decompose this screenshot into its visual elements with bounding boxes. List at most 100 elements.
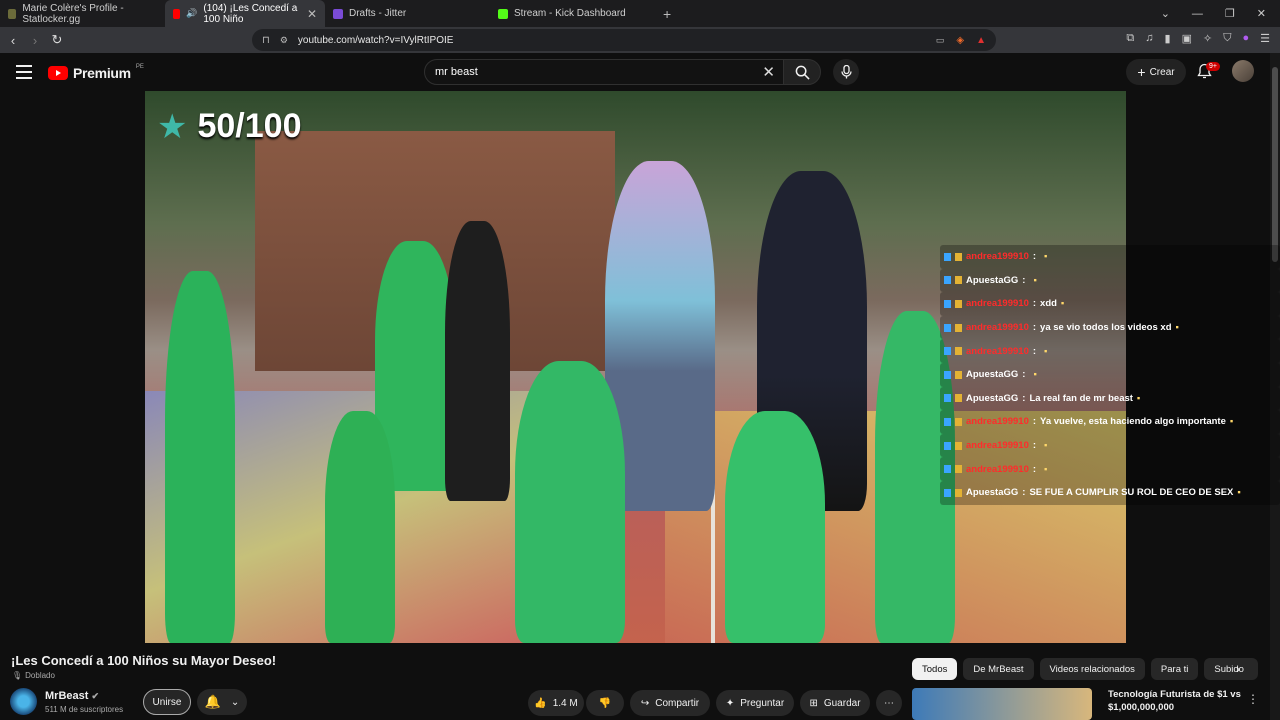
chip-para-ti[interactable]: Para ti	[1150, 658, 1199, 680]
share-label: Compartir	[655, 697, 700, 709]
chat-emote-icon: ▪	[1060, 298, 1065, 310]
menu-icon[interactable]: ☰	[1260, 32, 1270, 45]
chat-separator: :	[1022, 274, 1026, 286]
chat-badge-icon	[944, 417, 951, 426]
new-tab-icon[interactable]: +	[655, 0, 679, 27]
shield-icon[interactable]: ⛉	[1223, 32, 1231, 45]
save-button[interactable]: ⊞ Guardar	[800, 690, 870, 716]
wallet-icon[interactable]: ▣	[1182, 32, 1192, 45]
tab-kick[interactable]: Stream - Kick Dashboard	[490, 0, 655, 27]
tab-youtube[interactable]: 🔊 (104) ¡Les Concedí a 100 Niño ✕	[165, 0, 325, 27]
chip-videos-relacionados[interactable]: Videos relacionados	[1039, 658, 1145, 680]
minimize-icon[interactable]: —	[1192, 8, 1203, 20]
like-count: 1.4 M	[552, 697, 578, 709]
brave-shield-icon[interactable]: ◈	[956, 35, 964, 46]
hamburger-menu-icon[interactable]	[16, 65, 32, 79]
microphone-icon	[840, 65, 852, 79]
chat-emote-icon: ▪	[1033, 274, 1037, 286]
create-label: Crear	[1149, 66, 1175, 78]
clear-search-icon[interactable]: ✕	[762, 63, 775, 81]
tab-statlocker[interactable]: Marie Colère's Profile - Statlocker.gg	[0, 0, 165, 27]
chat-emote-icon: ▪	[1175, 322, 1179, 334]
create-button[interactable]: + Crear	[1126, 59, 1186, 85]
verified-icon: ✔	[91, 691, 100, 701]
voice-search-button[interactable]	[833, 59, 859, 85]
chat-username: andrea199910	[966, 322, 1029, 334]
save-label: Guardar	[823, 697, 861, 709]
chat-text: Ya vuelve, esta haciendo algo importante	[1040, 416, 1226, 428]
logo-region: PE	[135, 64, 144, 70]
recommended-video-title[interactable]: Tecnología Futurista de $1 vs $1,000,000…	[1108, 688, 1243, 714]
video-scene-person	[445, 221, 510, 501]
music-icon[interactable]: ♫	[1145, 32, 1153, 45]
chat-badge-icon	[944, 488, 951, 497]
chip-todos[interactable]: Todos	[912, 658, 958, 680]
ask-button[interactable]: ✦ Preguntar	[716, 690, 794, 716]
search-button[interactable]	[783, 59, 821, 85]
channel-avatar[interactable]	[10, 688, 37, 715]
progress-counter-overlay: ★ 50/100	[157, 107, 301, 146]
close-window-icon[interactable]: ✕	[1257, 7, 1266, 20]
subscriber-badge-icon	[955, 276, 962, 285]
brave-rewards-icon[interactable]: ▲	[976, 35, 986, 46]
chat-username: andrea199910	[966, 463, 1029, 475]
back-icon[interactable]: ‹	[2, 33, 24, 48]
recommended-video-menu-icon[interactable]: ⋮	[1247, 692, 1259, 706]
url-field[interactable]: ⊓ ⚙ youtube.com/watch?v=IVylRtIPOIE ▭ ◈ …	[252, 29, 996, 51]
youtube-favicon-icon	[173, 8, 181, 19]
chat-username: ApuestaGG	[966, 487, 1019, 499]
share-button[interactable]: ↪ Compartir	[630, 690, 710, 716]
chat-message: andrea199910: ▪	[940, 457, 1280, 481]
video-scene-person	[515, 361, 625, 643]
chat-separator: :	[1032, 322, 1037, 334]
chat-badge-icon	[944, 299, 951, 308]
subscriber-badge-icon	[955, 417, 962, 426]
extensions-icon[interactable]: ⧉	[1126, 32, 1134, 45]
plus-icon: +	[1137, 64, 1146, 80]
chat-username: andrea199910	[966, 345, 1029, 357]
subscriber-badge-icon	[955, 441, 962, 450]
stream-chat-overlay: andrea199910: ▪ ApuestaGG: ▪ andrea199910: xd…	[940, 245, 1280, 505]
chat-username: ApuestaGG	[966, 369, 1019, 381]
search-input[interactable]: mr beast ✕	[424, 59, 786, 85]
scrollbar-thumb[interactable]	[1272, 67, 1278, 262]
vpn-icon[interactable]: ●	[1242, 32, 1249, 45]
tab-jitter[interactable]: Drafts - Jitter	[325, 0, 490, 27]
like-button[interactable]: 👍 1.4 M	[528, 690, 584, 716]
chat-text: SE FUE A CUMPLIR SU ROL DE CEO DE SEX	[1029, 487, 1234, 499]
join-button[interactable]: Unirse	[143, 689, 191, 715]
tab-list-icon[interactable]: ⌄	[1161, 7, 1170, 20]
sidebar-icon[interactable]: ▮	[1165, 32, 1171, 45]
dislike-button[interactable]: 👎	[586, 690, 624, 716]
cast-icon[interactable]: ▭	[936, 35, 945, 46]
channel-name[interactable]: MrBeast ✔	[45, 690, 99, 702]
chat-separator: :	[1032, 463, 1037, 475]
leo-icon[interactable]: ✧	[1203, 32, 1212, 45]
youtube-premium-logo[interactable]: Premium PE	[48, 64, 144, 81]
chat-username: andrea199910	[966, 416, 1029, 428]
recommended-video-thumbnail[interactable]	[912, 688, 1092, 720]
bookmark-icon[interactable]: ⊓	[262, 35, 270, 46]
chat-message: andrea199910: ▪	[940, 433, 1280, 458]
reload-icon[interactable]: ↻	[46, 32, 68, 48]
channel-name-text[interactable]: MrBeast	[45, 690, 88, 702]
subscriber-badge-icon	[955, 323, 962, 332]
subscription-bell-button[interactable]: 🔔 ⌄	[197, 689, 247, 715]
url-text[interactable]: youtube.com/watch?v=IVylRtIPOIE	[298, 35, 454, 46]
chip-subido[interactable]: Subido	[1204, 658, 1258, 680]
recommendation-filter-chips: Todos De MrBeast Videos relacionados Par…	[912, 658, 1258, 680]
chat-badge-icon	[944, 370, 951, 379]
chip-de-mrbeast[interactable]: De MrBeast	[963, 658, 1034, 680]
thumbs-down-icon: 👎	[598, 697, 612, 709]
chat-message: andrea199910: ya se vio todos los videos …	[940, 315, 1280, 340]
chevron-right-icon[interactable]: ›	[1236, 662, 1240, 676]
site-info-icon[interactable]: ⚙	[280, 35, 288, 46]
chat-badge-icon	[944, 252, 951, 261]
subscriber-badge-icon	[955, 465, 962, 474]
search-query[interactable]: mr beast	[435, 66, 478, 78]
close-tab-icon[interactable]: ✕	[307, 7, 317, 21]
more-actions-button[interactable]: ⋯	[876, 690, 902, 716]
forward-icon[interactable]: ›	[24, 33, 46, 48]
account-avatar[interactable]	[1232, 60, 1254, 82]
maximize-icon[interactable]: ❐	[1225, 7, 1235, 20]
